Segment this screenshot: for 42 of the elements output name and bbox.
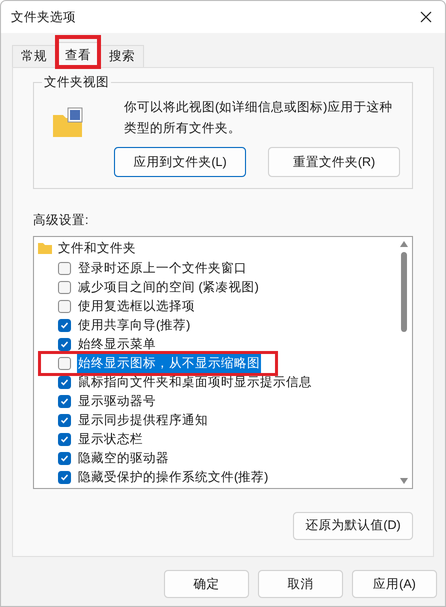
- window-title: 文件夹选项: [11, 8, 76, 26]
- checkbox[interactable]: [58, 376, 71, 389]
- advanced-label: 高级设置:: [33, 212, 90, 229]
- checkbox[interactable]: [58, 300, 71, 313]
- setting-label[interactable]: 隐藏空的驱动器: [77, 448, 170, 468]
- close-icon[interactable]: [419, 10, 433, 24]
- checkbox[interactable]: [58, 414, 71, 427]
- setting-label[interactable]: 使用复选框以选择项: [77, 296, 196, 316]
- checkbox[interactable]: [58, 432, 71, 446]
- setting-label[interactable]: 减少项目之间的空间 (紧凑视图): [77, 278, 260, 297]
- checkbox[interactable]: [58, 338, 71, 351]
- checkbox[interactable]: [58, 262, 71, 275]
- tab[interactable]: 搜索: [100, 45, 144, 67]
- folder-view-button[interactable]: 重置文件夹(R): [268, 147, 400, 177]
- checkbox[interactable]: [58, 318, 71, 332]
- dialog-button[interactable]: 应用(A): [352, 570, 437, 598]
- setting-label[interactable]: 使用共享向导(推荐): [77, 316, 192, 335]
- checkbox[interactable]: [58, 394, 71, 408]
- setting-label[interactable]: 隐藏受保护的操作系统文件(推荐): [77, 468, 270, 487]
- scrollbar-thumb[interactable]: [401, 252, 407, 332]
- checkbox[interactable]: [58, 356, 71, 370]
- dialog-button[interactable]: 取消: [258, 570, 343, 598]
- checkbox[interactable]: [58, 470, 71, 484]
- group-label: 文件和文件夹: [58, 240, 136, 258]
- setting-label[interactable]: 显示驱动器号: [77, 392, 157, 411]
- folder-icon: [38, 243, 52, 254]
- scroll-down-icon[interactable]: [400, 478, 408, 484]
- scroll-up-icon[interactable]: [400, 240, 408, 247]
- checkbox[interactable]: [58, 280, 71, 294]
- setting-label[interactable]: 登录时还原上一个文件夹窗口: [77, 258, 248, 278]
- checkbox[interactable]: [58, 452, 71, 465]
- tab[interactable]: 常规: [12, 45, 56, 67]
- setting-label[interactable]: 始终显示菜单: [77, 334, 157, 354]
- restore-defaults-button[interactable]: 还原为默认值(D): [293, 512, 413, 540]
- setting-label[interactable]: 显示状态栏: [77, 430, 144, 449]
- folder-icon: [52, 107, 84, 139]
- dialog-button[interactable]: 确定: [164, 570, 249, 598]
- setting-label[interactable]: 始终显示图标，从不显示缩略图: [77, 354, 261, 373]
- setting-label[interactable]: 鼠标指向文件夹和桌面项时显示提示信息: [77, 372, 313, 392]
- folder-view-button[interactable]: 应用到文件夹(L): [114, 147, 246, 177]
- description: 你可以将此视图(如详细信息或图标)应用于这种类型的所有文件夹。: [124, 99, 394, 137]
- setting-label[interactable]: 显示同步提供程序通知: [77, 410, 209, 430]
